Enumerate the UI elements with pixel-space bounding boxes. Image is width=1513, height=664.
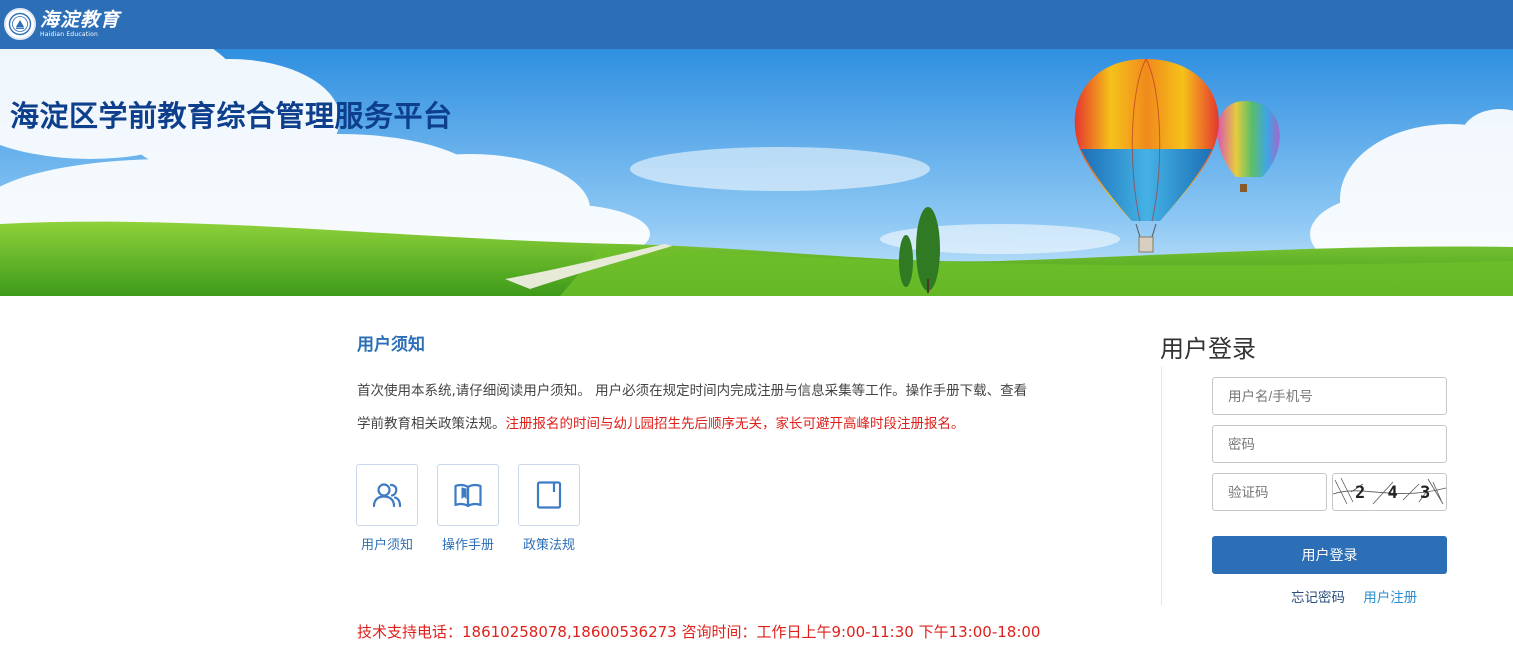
password-input[interactable] <box>1212 425 1447 463</box>
logo-seal-icon <box>4 8 36 40</box>
document-icon <box>536 481 562 509</box>
notice-line-2: 学前教育相关政策法规。注册报名的时间与幼儿园招生先后顺序无关，家长可避开高峰时段… <box>357 408 1117 441</box>
quick-link-manual-label[interactable]: 操作手册 <box>423 534 513 553</box>
users-icon <box>372 483 402 508</box>
register-link[interactable]: 用户注册 <box>1363 590 1417 606</box>
login-title: 用户登录 <box>1160 335 1256 363</box>
site-logo[interactable]: 海淀教育 Haidian Education <box>4 6 120 42</box>
quick-link-policy-button[interactable] <box>518 464 580 526</box>
login-submit-button[interactable]: 用户登录 <box>1212 536 1447 574</box>
quick-link-manual[interactable]: 操作手册 <box>437 464 499 553</box>
book-icon <box>454 483 482 508</box>
username-input[interactable] <box>1212 377 1447 415</box>
login-links: 忘记密码 用户注册 <box>1291 586 1417 606</box>
quick-link-user-notice[interactable]: 用户须知 <box>356 464 418 553</box>
banner-landscape-illustration <box>0 49 1513 296</box>
login-divider <box>1161 367 1162 605</box>
quick-link-manual-button[interactable] <box>437 464 499 526</box>
logo-english-name: Haidian Education <box>40 30 98 38</box>
top-header-bar: 海淀教育 Haidian Education <box>0 0 1513 49</box>
platform-title: 海淀区学前教育综合管理服务平台 <box>10 99 453 133</box>
quick-link-policy-label[interactable]: 政策法规 <box>504 534 594 553</box>
captcha-text: 2 4 3 <box>1355 483 1436 503</box>
notice-text: 首次使用本系统,请仔细阅读用户须知。 用户必须在规定时间内完成注册与信息采集等工… <box>357 375 1117 441</box>
logo-text: 海淀教育 Haidian Education <box>40 8 121 38</box>
hero-banner: 海淀区学前教育综合管理服务平台 <box>0 49 1513 296</box>
notice-warning-text: 注册报名的时间与幼儿园招生先后顺序无关，家长可避开高峰时段注册报名。 <box>505 416 965 432</box>
forgot-password-link[interactable]: 忘记密码 <box>1291 590 1345 606</box>
logo-chinese-name: 海淀教育 <box>40 8 121 31</box>
captcha-input[interactable] <box>1212 473 1327 511</box>
captcha-image[interactable]: 2 4 3 <box>1332 473 1447 511</box>
tech-support-info: 技术支持电话：18610258078,18600536273 咨询时间：工作日上… <box>357 623 1041 641</box>
notice-heading: 用户须知 <box>357 335 425 355</box>
quick-link-policy[interactable]: 政策法规 <box>518 464 580 553</box>
notice-line-2-normal: 学前教育相关政策法规。 <box>357 416 506 432</box>
notice-line-1: 首次使用本系统,请仔细阅读用户须知。 用户必须在规定时间内完成注册与信息采集等工… <box>357 383 1028 399</box>
quick-link-user-notice-label[interactable]: 用户须知 <box>342 534 432 553</box>
quick-link-user-notice-button[interactable] <box>356 464 418 526</box>
